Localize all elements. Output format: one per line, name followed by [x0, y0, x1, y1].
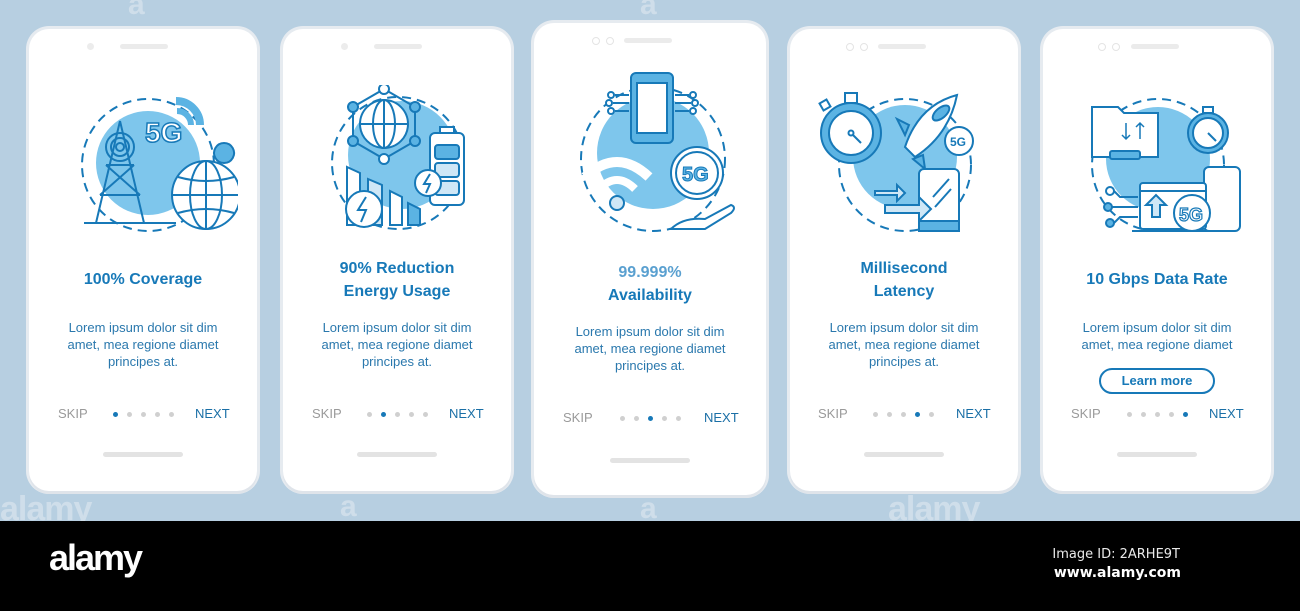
page-dot[interactable] — [1141, 411, 1146, 417]
skip-button[interactable]: SKIP — [563, 410, 593, 425]
skip-button[interactable]: SKIP — [58, 406, 88, 421]
speaker-slot — [120, 44, 168, 49]
sensor-dot — [860, 43, 868, 51]
onboarding-screen-data-rate: 5G 10 Gbps Data Rate Lorem ipsum dolor s… — [1043, 29, 1271, 491]
next-button[interactable]: NEXT — [449, 406, 484, 421]
page-dot[interactable] — [127, 411, 132, 417]
screen-title: 10 Gbps Data Rate — [1086, 271, 1228, 288]
home-indicator — [1117, 452, 1197, 457]
folder-stopwatch-laptop-5g-icon: 5G — [1091, 98, 1241, 232]
sensor-dot — [606, 37, 614, 45]
screen-description: Lorem ipsum dolor sit dim amet, mea regi… — [1081, 320, 1233, 352]
speaker-slot — [374, 44, 422, 49]
watermark-letter: a — [128, 0, 145, 21]
page-dot[interactable] — [873, 411, 878, 417]
speaker-slot — [624, 38, 672, 43]
page-dot[interactable] — [676, 415, 681, 421]
page-dot[interactable] — [662, 415, 667, 421]
camera-dot — [87, 43, 94, 50]
home-indicator — [103, 452, 183, 457]
page-dot[interactable] — [1127, 411, 1132, 417]
page-dot-active[interactable] — [648, 415, 653, 421]
home-indicator — [610, 458, 690, 463]
smartphone-wifi-5g-hand-icon: 5G — [580, 72, 735, 232]
page-dot[interactable] — [887, 411, 892, 417]
page-dot[interactable] — [901, 411, 906, 417]
next-button[interactable]: NEXT — [195, 406, 230, 421]
onboarding-screen-coverage: 5G 100% Coverage Lorem ipsum dolor sit d… — [29, 29, 257, 491]
next-button[interactable]: NEXT — [956, 406, 991, 421]
camera-dot — [592, 37, 600, 45]
camera-dot — [1098, 43, 1106, 51]
page-dot[interactable] — [1155, 411, 1160, 417]
screen-title: 90% Reduction Energy Usage — [339, 260, 455, 300]
energy-battery-globe-icon — [331, 85, 465, 230]
learn-more-button[interactable]: Learn more — [1099, 368, 1215, 394]
site-url: www.alamy.com — [1053, 565, 1181, 581]
page-indicator — [873, 406, 934, 422]
page-dot[interactable] — [929, 411, 934, 417]
5g-label: 5G — [950, 135, 966, 149]
page-indicator — [620, 410, 681, 426]
page-dot[interactable] — [169, 411, 174, 417]
onboarding-screen-energy: 90% Reduction Energy Usage Lorem ipsum do… — [283, 29, 511, 491]
page-dot-active[interactable] — [113, 411, 118, 417]
onboarding-screen-availability: 5G 99.999% Availability Lorem ipsum dolor… — [534, 23, 766, 495]
screen-description: Lorem ipsum dolor sit dim amet, mea regi… — [574, 324, 726, 373]
page-dot[interactable] — [409, 411, 414, 417]
stopwatch-rocket-phone-icon: 5G — [818, 92, 974, 232]
onboarding-screen-latency: 5G Millisecond Latency Lorem ipsum dolor … — [790, 29, 1018, 491]
next-button[interactable]: NEXT — [704, 410, 739, 425]
page-dot[interactable] — [620, 415, 625, 421]
5g-label: 5G — [145, 117, 182, 148]
5g-label: 5G — [682, 164, 709, 186]
image-id-label: Image ID: 2ARHE9T — [1052, 547, 1180, 562]
skip-button[interactable]: SKIP — [312, 406, 342, 421]
sensor-dot — [1112, 43, 1120, 51]
page-indicator — [367, 406, 428, 422]
screen-description: Lorem ipsum dolor sit dim amet, mea regi… — [67, 320, 219, 369]
5g-label: 5G — [1179, 205, 1203, 225]
skip-button[interactable]: SKIP — [1071, 406, 1101, 421]
page-dot[interactable] — [367, 411, 372, 417]
alamy-logo: alamy — [49, 537, 143, 578]
page-indicator — [1127, 406, 1188, 422]
page-dot[interactable] — [423, 411, 428, 417]
stock-footer-banner: alamy Image ID: 2ARHE9T www.alamy.com — [0, 521, 1300, 611]
watermark-letter: a — [640, 0, 657, 21]
watermark-letter: a — [340, 490, 357, 523]
screen-description: Lorem ipsum dolor sit dim amet, mea regi… — [828, 320, 980, 369]
page-dot[interactable] — [155, 411, 160, 417]
speaker-slot — [878, 44, 926, 49]
5g-tower-globe-icon: 5G — [81, 97, 238, 232]
page-dot-active[interactable] — [381, 411, 386, 417]
onboarding-screens-stage: alamy a a alamy a a 5G 100% Coverage Lor… — [0, 0, 1300, 528]
page-indicator — [113, 406, 174, 422]
skip-button[interactable]: SKIP — [818, 406, 848, 421]
home-indicator — [864, 452, 944, 457]
camera-dot — [341, 43, 348, 50]
page-dot[interactable] — [1169, 411, 1174, 417]
next-button[interactable]: NEXT — [1209, 406, 1244, 421]
screen-title: 100% Coverage — [83, 271, 203, 288]
screen-description: Lorem ipsum dolor sit dim amet, mea regi… — [321, 320, 473, 369]
screen-title: Millisecond Latency — [860, 260, 948, 300]
page-dot-active[interactable] — [915, 411, 920, 417]
page-dot[interactable] — [141, 411, 146, 417]
page-dot[interactable] — [634, 415, 639, 421]
page-dot[interactable] — [395, 411, 400, 417]
speaker-slot — [1131, 44, 1179, 49]
screen-title: 99.999% Availability — [608, 264, 692, 304]
page-dot-active[interactable] — [1183, 411, 1188, 417]
home-indicator — [357, 452, 437, 457]
camera-dot — [846, 43, 854, 51]
